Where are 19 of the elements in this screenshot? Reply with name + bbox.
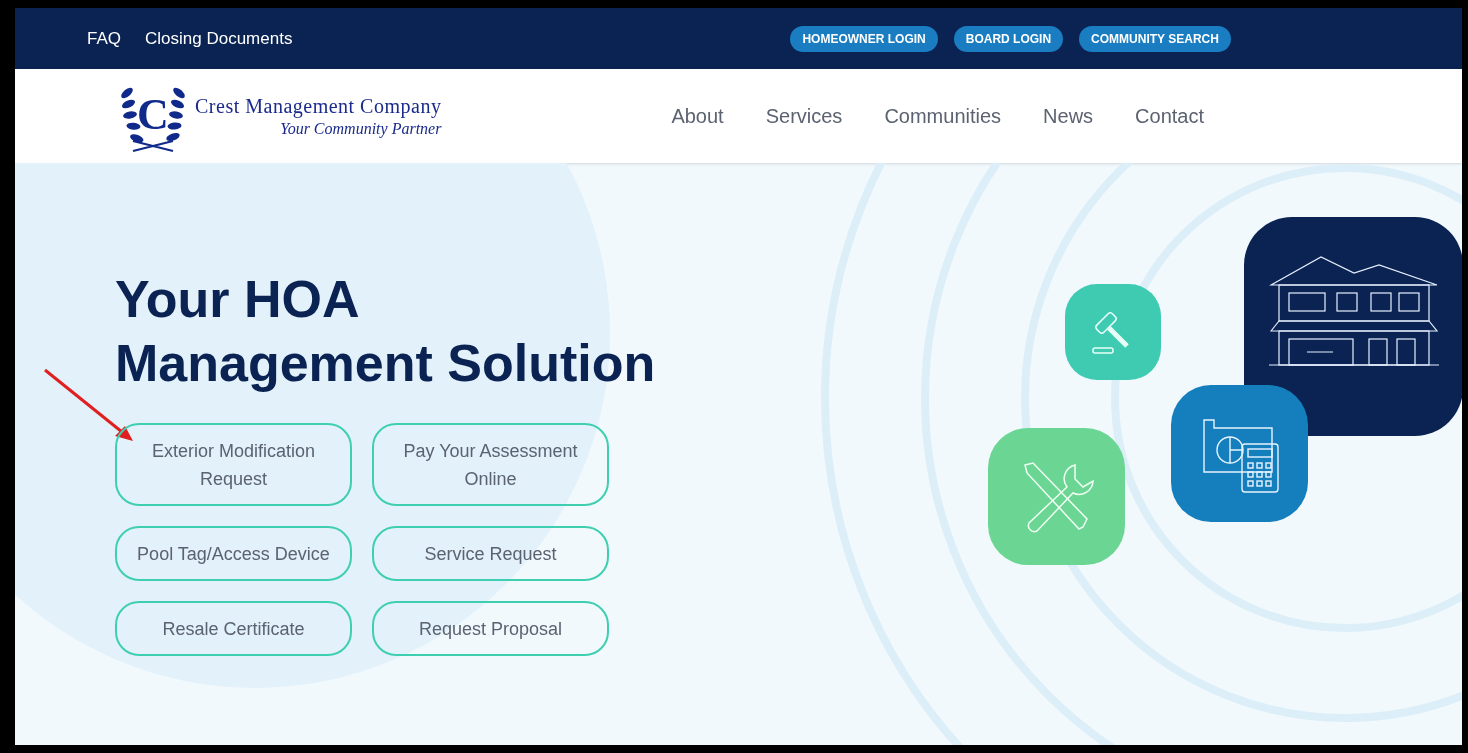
nav-link[interactable]: Services [765,101,843,131]
login-button[interactable]: HOMEOWNER LOGIN [790,25,938,52]
nav-link[interactable]: Contact [1135,101,1205,131]
action-button[interactable]: Resale Certificate [115,601,352,656]
logo-tagline: Your Community Partner [280,118,442,139]
nav-link[interactable]: About [671,101,724,131]
top-link[interactable]: Closing Documents [145,25,293,52]
action-button[interactable]: Pay Your Assessment Online [372,423,609,506]
login-button[interactable]: COMMUNITY SEARCH [1079,25,1231,52]
action-button[interactable]: Pool Tag/Access Device [115,526,352,581]
hero-heading: Your HOA Management Solution [115,269,656,394]
action-button[interactable]: Request Proposal [372,601,609,656]
action-button[interactable]: Exterior Modification Request [115,423,352,506]
nav-link[interactable]: News [1043,101,1094,131]
top-link[interactable]: FAQ [87,25,121,52]
action-button[interactable]: Service Request [372,526,609,581]
login-button[interactable]: BOARD LOGIN [953,25,1064,52]
nav-link[interactable]: Communities [884,101,1002,131]
logo-name: Crest Management Company [195,93,442,119]
